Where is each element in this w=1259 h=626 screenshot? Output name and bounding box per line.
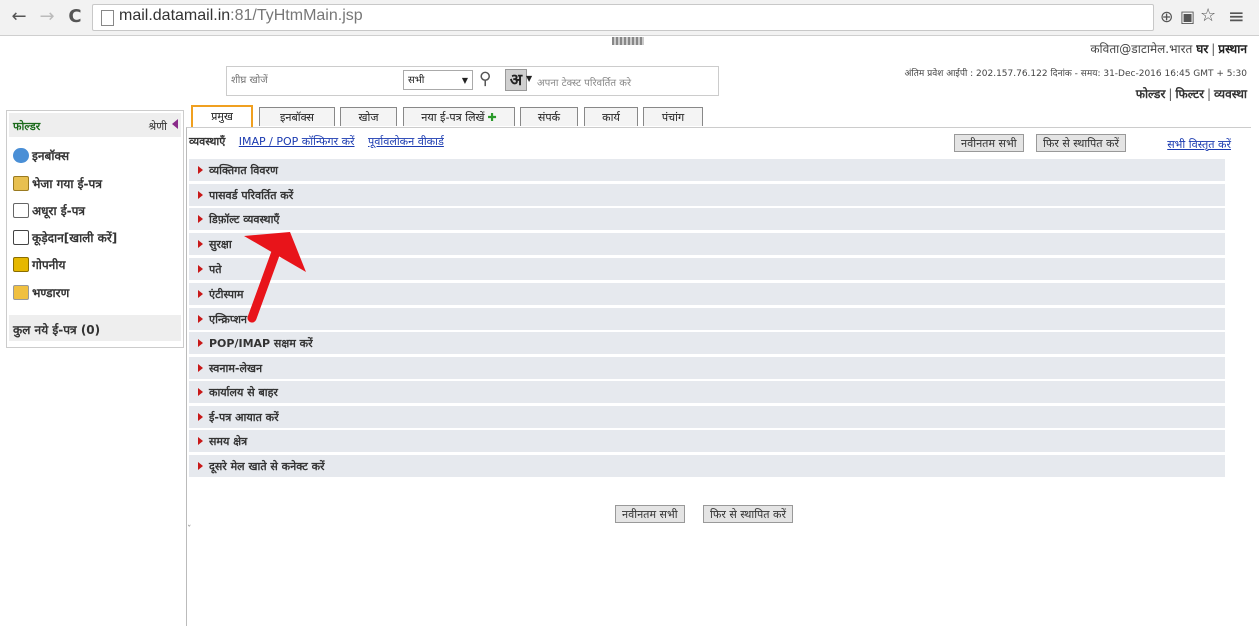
expand-arrow-icon bbox=[198, 191, 203, 199]
folder-panel-header: फोल्डर श्रेणी bbox=[9, 113, 181, 137]
translate-icon[interactable]: ▣ bbox=[1180, 7, 1195, 26]
expand-arrow-icon bbox=[198, 240, 203, 248]
address-bar[interactable]: mail.datamail.in:81/TyHtmMain.jsp bbox=[92, 4, 1154, 31]
expand-arrow-icon bbox=[198, 339, 203, 347]
collapse-arrow-icon[interactable] bbox=[172, 119, 178, 129]
sidebar-item-trash[interactable]: कूड़ेदान[खाली करें] bbox=[13, 229, 117, 249]
latest-all-button[interactable]: नवीनतम सभी bbox=[954, 134, 1024, 152]
plus-icon: ✚ bbox=[487, 111, 497, 124]
settings-row-encryption[interactable]: एन्क्रिप्शन bbox=[189, 308, 1225, 331]
expand-arrow-icon bbox=[198, 215, 203, 223]
tab-inbox[interactable]: इनबॉक्स bbox=[259, 107, 335, 126]
chevron-down-icon[interactable]: ▼ bbox=[526, 74, 532, 83]
settings-row-security[interactable]: सुरक्षा bbox=[189, 233, 1225, 256]
settings-row-personal[interactable]: व्यक्तिगत विवरण bbox=[189, 159, 1225, 182]
inbox-icon bbox=[13, 148, 29, 163]
user-email: कविता@डाटामेल.भारत bbox=[1090, 42, 1193, 56]
lock-icon bbox=[13, 257, 29, 272]
settings-row-password[interactable]: पासवर्ड परिवर्तित करें bbox=[189, 184, 1225, 207]
category-label[interactable]: श्रेणी bbox=[148, 119, 167, 134]
sidebar-item-sent[interactable]: भेजा गया ई-पत्र bbox=[13, 175, 102, 195]
sidebar-item-storage[interactable]: भण्डारण bbox=[13, 284, 69, 304]
expand-all-link[interactable]: सभी विस्तृत करें bbox=[1167, 137, 1231, 152]
bottom-latest-all-button[interactable]: नवीनतम सभी bbox=[615, 505, 685, 523]
sent-icon bbox=[13, 176, 29, 191]
header-links: फोल्डर | फिल्टर | व्यवस्था bbox=[1135, 87, 1247, 101]
search-icon[interactable]: ⚲ bbox=[479, 69, 491, 89]
tab-contacts[interactable]: संपर्क bbox=[520, 107, 578, 126]
user-line: कविता@डाटामेल.भारत घर | प्रस्थान bbox=[1090, 42, 1247, 56]
storage-icon bbox=[13, 285, 29, 300]
tab-tasks[interactable]: कार्य bbox=[584, 107, 638, 126]
draft-icon bbox=[13, 203, 29, 218]
expand-arrow-icon bbox=[198, 315, 203, 323]
folder-title[interactable]: फोल्डर bbox=[13, 119, 40, 134]
settings-panel: व्यवस्थाएँ IMAP / POP कॉन्फिगर करें पूर्… bbox=[186, 127, 1251, 626]
expand-arrow-icon bbox=[198, 166, 203, 174]
logout-link[interactable]: प्रस्थान bbox=[1218, 42, 1247, 56]
settings-row-connect-account[interactable]: दूसरे मेल खाते से कनेक्ट करें bbox=[189, 455, 1225, 478]
resize-mark: ˇ bbox=[187, 525, 192, 535]
home-link[interactable]: घर bbox=[1196, 42, 1208, 56]
settings-row-pop-imap[interactable]: POP/IMAP सक्षम करें bbox=[189, 332, 1225, 355]
trash-icon bbox=[13, 230, 29, 245]
reset-button[interactable]: फिर से स्थापित करें bbox=[1036, 134, 1127, 152]
reload-icon[interactable]: C bbox=[64, 6, 86, 28]
settings-label: व्यवस्थाएँ bbox=[189, 135, 226, 148]
back-icon[interactable]: ← bbox=[8, 6, 30, 28]
search-bar: सभी▼ ⚲ अ ▼ अपना टेक्स्ट परिवर्तित करे bbox=[226, 66, 719, 96]
folder-link[interactable]: फोल्डर bbox=[1136, 87, 1166, 101]
settings-row-out-of-office[interactable]: कार्यालय से बाहर bbox=[189, 381, 1225, 404]
resize-grip[interactable] bbox=[612, 37, 644, 45]
tab-calendar[interactable]: पंचांग bbox=[643, 107, 703, 126]
imap-pop-config-link[interactable]: IMAP / POP कॉन्फिगर करें bbox=[239, 135, 355, 148]
settings-row-signature[interactable]: स्वनाम-लेखन bbox=[189, 357, 1225, 380]
settings-link[interactable]: व्यवस्था bbox=[1214, 87, 1247, 101]
expand-arrow-icon bbox=[198, 364, 203, 372]
tab-main[interactable]: प्रमुख bbox=[191, 105, 253, 128]
language-button[interactable]: अ bbox=[505, 69, 527, 91]
page-icon bbox=[101, 10, 114, 26]
zoom-icon[interactable]: ⊕ bbox=[1160, 7, 1173, 26]
total-new-mail: कुल नये ई-पत्र (0) bbox=[9, 315, 181, 341]
sidebar-item-confidential[interactable]: गोपनीय bbox=[13, 256, 65, 276]
folder-panel: फोल्डर श्रेणी इनबॉक्स भेजा गया ई-पत्र अध… bbox=[6, 110, 184, 348]
expand-arrow-icon bbox=[198, 437, 203, 445]
sidebar-item-inbox[interactable]: इनबॉक्स bbox=[13, 147, 69, 167]
settings-subbar: व्यवस्थाएँ IMAP / POP कॉन्फिगर करें पूर्… bbox=[189, 134, 444, 149]
settings-row-antispam[interactable]: एंटीस्पाम bbox=[189, 283, 1225, 306]
expand-arrow-icon bbox=[198, 413, 203, 421]
menu-icon[interactable]: ≡ bbox=[1228, 4, 1245, 28]
language-hint[interactable]: अपना टेक्स्ट परिवर्तित करे bbox=[537, 75, 631, 89]
settings-row-timezone[interactable]: समय क्षेत्र bbox=[189, 430, 1225, 453]
expand-arrow-icon bbox=[198, 265, 203, 273]
star-icon[interactable]: ☆ bbox=[1200, 5, 1216, 26]
forward-icon[interactable]: → bbox=[36, 6, 58, 28]
settings-row-default[interactable]: डिफ़ॉल्ट व्यवस्थाएँ bbox=[189, 208, 1225, 231]
last-login-info: अंतिम प्रवेश आईपी : 202.157.76.122 दिनां… bbox=[904, 69, 1247, 79]
browser-toolbar: ← → C mail.datamail.in:81/TyHtmMain.jsp … bbox=[0, 0, 1259, 36]
bottom-reset-button[interactable]: फिर से स्थापित करें bbox=[703, 505, 794, 523]
filter-link[interactable]: फिल्टर bbox=[1175, 87, 1204, 101]
tab-compose[interactable]: नया ई-पत्र लिखें ✚ bbox=[403, 107, 515, 126]
tab-search[interactable]: खोज bbox=[340, 107, 397, 126]
url-text: mail.datamail.in:81/TyHtmMain.jsp bbox=[119, 7, 363, 24]
preview-vcard-link[interactable]: पूर्वावलोकन वीकार्ड bbox=[368, 135, 444, 148]
expand-arrow-icon bbox=[198, 462, 203, 470]
search-scope-select[interactable]: सभी ▼ bbox=[403, 70, 473, 90]
settings-row-import[interactable]: ई-पत्र आयात करें bbox=[189, 406, 1225, 429]
sidebar-item-drafts[interactable]: अधूरा ई-पत्र bbox=[13, 202, 85, 222]
settings-row-addresses[interactable]: पते bbox=[189, 258, 1225, 281]
expand-arrow-icon bbox=[198, 290, 203, 298]
expand-arrow-icon bbox=[198, 388, 203, 396]
search-input[interactable] bbox=[227, 67, 407, 93]
